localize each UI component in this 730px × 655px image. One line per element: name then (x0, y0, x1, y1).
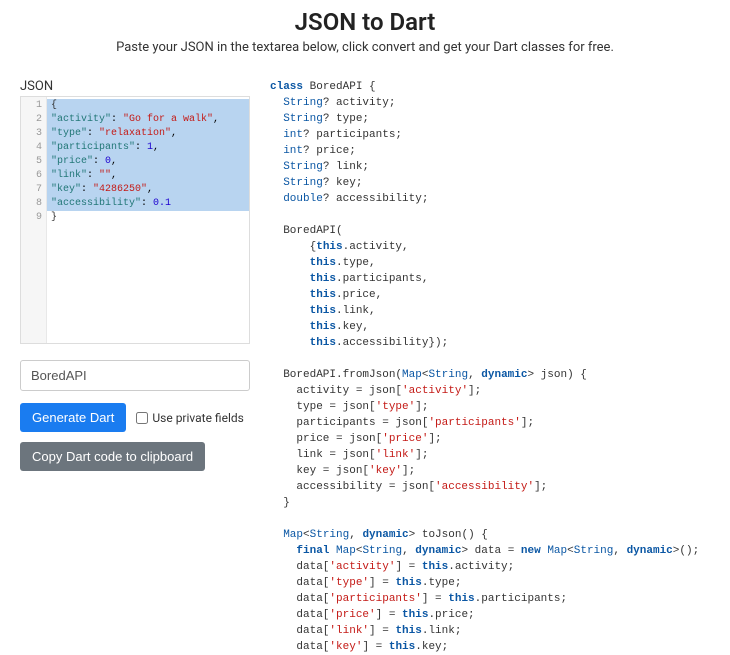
line-number: 5 (21, 155, 42, 169)
private-fields-checkbox[interactable] (136, 412, 148, 424)
json-token: "key" (51, 184, 81, 195)
class-name-input[interactable] (20, 360, 250, 391)
json-token: 0 (105, 156, 111, 167)
line-number: 9 (21, 211, 42, 225)
page-title: JSON to Dart (0, 8, 730, 36)
controls-row: Generate Dart Use private fields (20, 403, 250, 432)
json-token: "" (99, 170, 111, 181)
line-number: 6 (21, 169, 42, 183)
line-number: 7 (21, 183, 42, 197)
json-token: "price" (51, 156, 93, 167)
json-editor[interactable]: 1 2 3 4 5 6 7 8 9 { "activity": "Go for … (20, 96, 250, 344)
dart-output-panel: class BoredAPI { String? activity; Strin… (270, 79, 710, 655)
line-number: 4 (21, 141, 42, 155)
line-number: 3 (21, 127, 42, 141)
private-fields-label: Use private fields (152, 411, 243, 425)
editor-code-area[interactable]: { "activity": "Go for a walk", "type": "… (47, 97, 249, 343)
json-token: "relaxation" (99, 128, 171, 139)
copy-dart-button[interactable]: Copy Dart code to clipboard (20, 442, 205, 471)
json-label: JSON (20, 79, 250, 94)
left-panel: JSON 1 2 3 4 5 6 7 8 9 { "activity": "Go… (20, 79, 250, 655)
json-token: 0.1 (153, 198, 171, 209)
editor-gutter: 1 2 3 4 5 6 7 8 9 (21, 97, 47, 343)
json-token: "accessibility" (51, 198, 141, 209)
json-token: "type" (51, 128, 87, 139)
line-number: 8 (21, 197, 42, 211)
json-token: } (51, 212, 57, 223)
json-token: "link" (51, 170, 87, 181)
json-token: "activity" (51, 114, 111, 125)
private-fields-option[interactable]: Use private fields (136, 411, 243, 425)
dart-code[interactable]: class BoredAPI { String? activity; Strin… (270, 79, 710, 655)
json-token: { (51, 100, 57, 111)
line-number: 1 (21, 99, 42, 113)
page-subtitle: Paste your JSON in the textarea below, c… (0, 40, 730, 55)
line-number: 2 (21, 113, 42, 127)
generate-dart-button[interactable]: Generate Dart (20, 403, 126, 432)
page-header: JSON to Dart Paste your JSON in the text… (0, 0, 730, 61)
json-token: "participants" (51, 142, 135, 153)
json-token: "4286250" (93, 184, 147, 195)
json-token: 1 (147, 142, 153, 153)
main-content: JSON 1 2 3 4 5 6 7 8 9 { "activity": "Go… (0, 61, 730, 655)
json-token: "Go for a walk" (123, 114, 213, 125)
